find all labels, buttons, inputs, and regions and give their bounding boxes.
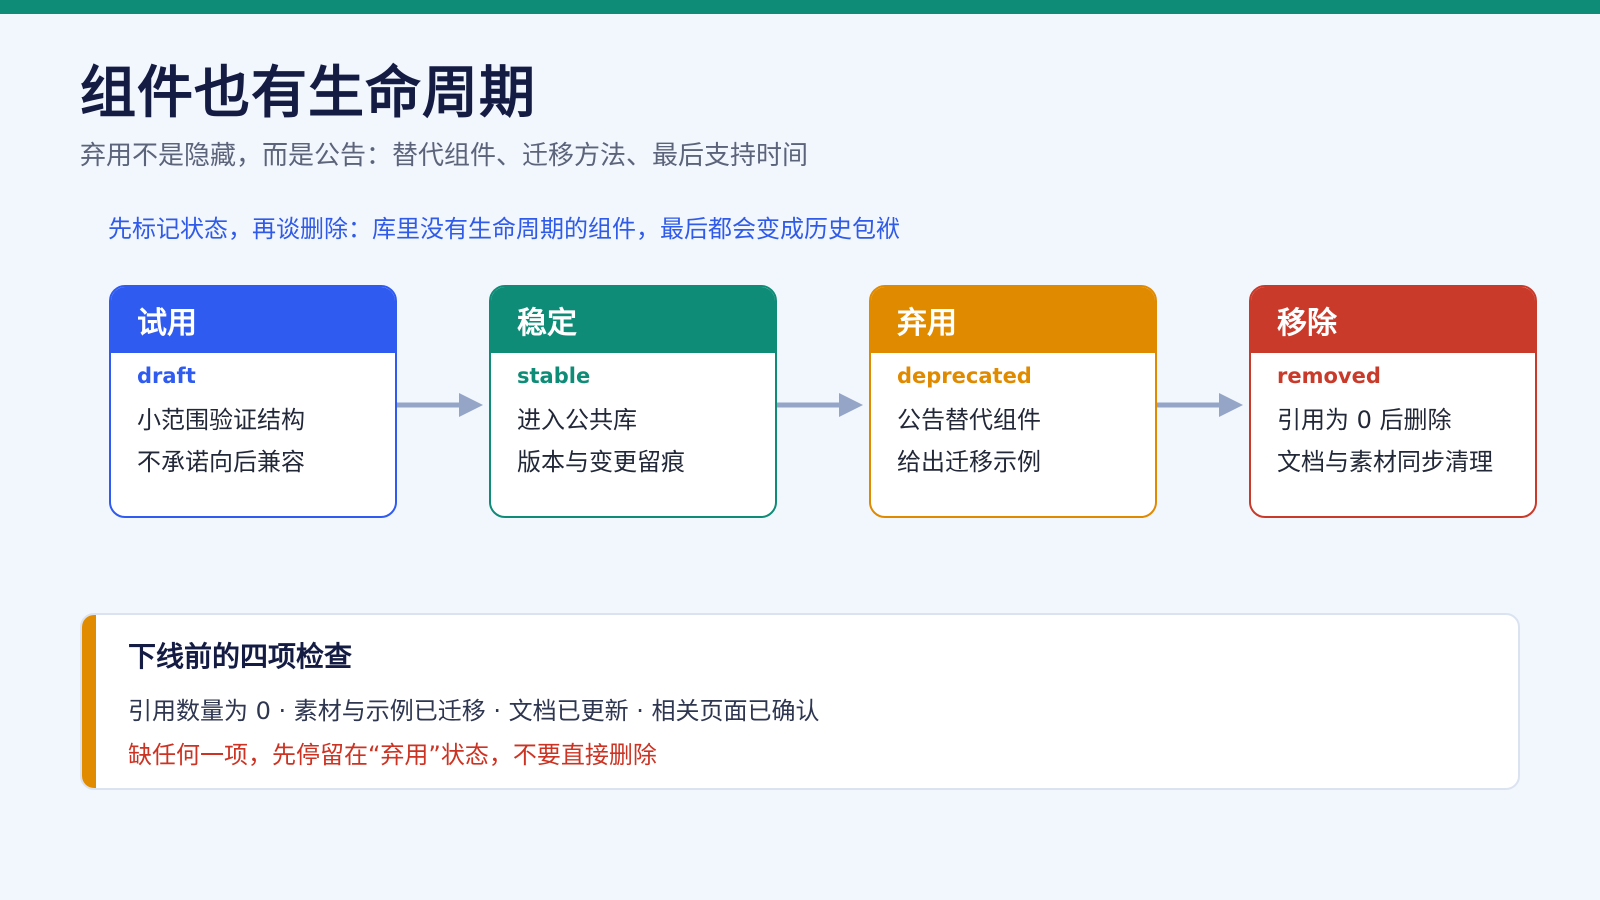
stage-code: draft (137, 364, 196, 388)
stage-header: 试用 (111, 287, 395, 353)
stage-code: stable (517, 364, 591, 388)
stage-name: 移除 (1277, 306, 1337, 341)
page-subtitle: 弃用不是隐藏，而是公告：替代组件、迁移方法、最后支持时间 (80, 141, 809, 171)
page-title: 组件也有生命周期 (80, 61, 536, 126)
arrow-head (1219, 393, 1243, 417)
stage-detail: 给出迁移示例 (897, 448, 1041, 476)
callout-text: 先标记状态，再谈删除：库里没有生命周期的组件，最后都会变成历史包袱 (108, 215, 900, 243)
stage-name: 弃用 (897, 306, 957, 341)
stage-detail: 引用为 0 后删除 (1277, 406, 1452, 434)
stage-header: 弃用 (871, 287, 1155, 353)
stage-code: deprecated (897, 364, 1032, 388)
arrow-head (459, 393, 483, 417)
stage-header: 移除 (1251, 287, 1535, 353)
flow-arrow-icon (1157, 393, 1243, 417)
stage-card-deprecated: 弃用 deprecated 公告替代组件 给出迁移示例 (869, 285, 1157, 518)
stage-name: 试用 (137, 306, 197, 341)
stage-detail: 版本与变更留痕 (517, 448, 685, 476)
stage-card-stable: 稳定 stable 进入公共库 版本与变更留痕 (489, 285, 777, 518)
top-accent-bar (0, 0, 1600, 14)
stage-card-draft: 试用 draft 小范围验证结构 不承诺向后兼容 (109, 285, 397, 518)
checklist-items: 引用数量为 0 · 素材与示例已迁移 · 文档已更新 · 相关页面已确认 (128, 697, 820, 725)
stage-code: removed (1277, 364, 1381, 388)
checklist-panel: 下线前的四项检查 引用数量为 0 · 素材与示例已迁移 · 文档已更新 · 相关… (80, 613, 1520, 790)
arrow-head (839, 393, 863, 417)
stage-detail: 不承诺向后兼容 (137, 448, 305, 476)
checklist-accent-bar (82, 615, 96, 788)
stage-detail: 公告替代组件 (897, 406, 1041, 434)
checklist-warning: 缺任何一项，先停留在“弃用”状态，不要直接删除 (128, 741, 657, 769)
checklist-title: 下线前的四项检查 (128, 640, 353, 673)
stage-name: 稳定 (517, 306, 577, 341)
flow-arrow-icon (777, 393, 863, 417)
stage-card-removed: 移除 removed 引用为 0 后删除 文档与素材同步清理 (1249, 285, 1537, 518)
stage-detail: 进入公共库 (517, 406, 637, 434)
stage-header: 稳定 (491, 287, 775, 353)
stage-detail: 文档与素材同步清理 (1277, 448, 1493, 476)
stage-detail: 小范围验证结构 (137, 406, 305, 434)
flow-arrow-icon (397, 393, 483, 417)
